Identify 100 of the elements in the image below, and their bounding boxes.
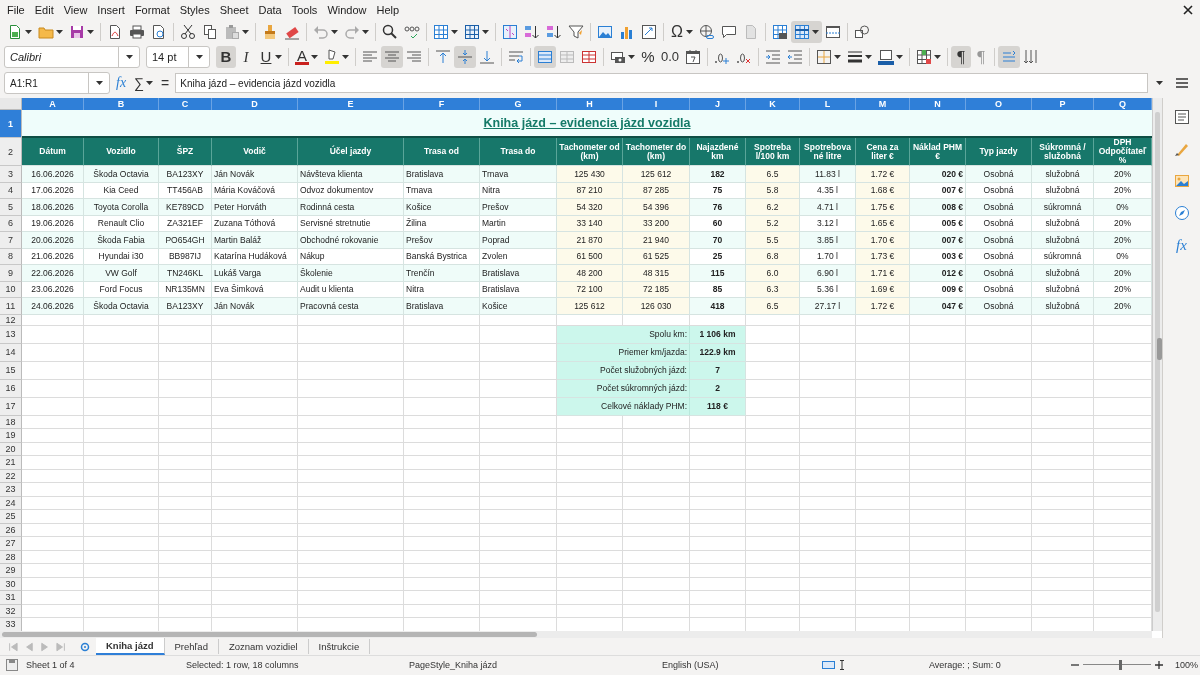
column-header[interactable]: A [22,98,84,110]
table-cell: 6.0 [746,265,800,282]
caret-icon [146,81,154,85]
column-header[interactable]: G [480,98,557,110]
column-header[interactable]: M [856,98,910,110]
column-header[interactable]: C [159,98,212,110]
align-left-icon [362,49,378,65]
number-button[interactable]: 0.0 [658,46,683,68]
sheet-title: Kniha jázd – evidencia jázd vozidla [22,110,1152,138]
row-header[interactable]: 11 [0,298,22,315]
horizontal-scrollbar[interactable] [0,631,1152,638]
menu-item[interactable]: Insert [92,4,130,16]
row-header[interactable]: 19 [0,429,22,443]
caret-icon [311,55,318,59]
menu-item[interactable]: Format [129,4,175,16]
row-header[interactable]: 1 [0,110,22,138]
formula-input[interactable]: Kniha jázd – evidencia jázd vozidla [175,73,1148,93]
sheet-position: Sheet 1 of 4 [26,659,76,670]
column-header[interactable]: L [800,98,856,110]
underline-button[interactable]: U [256,46,285,68]
column-header[interactable]: E [298,98,404,110]
row-header[interactable]: 7 [0,232,22,249]
bold-button[interactable]: B [216,46,236,68]
sum-button[interactable]: ∑ [132,75,156,91]
freeze-rows-button[interactable] [791,21,822,43]
row-header[interactable]: 2 [0,138,22,166]
menu-item[interactable]: Edit [29,4,59,16]
functions-deck-button[interactable]: fx [1171,234,1192,256]
text-direction-button[interactable] [998,46,1021,68]
table-cell: Trenčín [404,265,480,282]
row-header[interactable]: 21 [0,456,22,470]
sheet-tab[interactable]: Zoznam vozidiel [218,639,309,654]
column-heading: Tachometer od (km) [557,138,623,166]
page-icon [743,24,759,40]
table-cell: 4.71 l [800,199,856,216]
font-size-field[interactable]: 14 pt [146,46,210,68]
column-header[interactable]: K [746,98,800,110]
sheet-tab[interactable]: Inštrukcie [308,639,371,654]
compass-icon [1173,205,1190,221]
menu-item[interactable]: Styles [174,4,215,16]
sheet-tab[interactable]: Prehľad [164,639,219,654]
column-header[interactable]: J [690,98,746,110]
row-header[interactable]: 27 [0,537,22,551]
zoom-slider[interactable] [1083,658,1151,671]
menu-item[interactable]: Data [253,4,287,16]
table-cell: 20% [1094,265,1152,282]
currency-icon [610,49,626,65]
merge-cells-button[interactable] [534,46,556,68]
table-cell: Škoda Octavia [84,166,159,183]
special-button[interactable]: Ω [667,21,696,43]
column-header[interactable]: O [966,98,1032,110]
menu-item[interactable]: File [2,4,30,16]
sheet-tab[interactable]: Kniha jázd [96,638,165,655]
row-header[interactable]: 3 [0,166,22,183]
fontcolor-button[interactable]: A [292,46,321,68]
table-cell: Trnava [480,166,557,183]
sidebar-handle[interactable] [1157,338,1162,360]
menu-item[interactable]: Sheet [214,4,254,16]
column-header[interactable]: F [404,98,480,110]
column-header[interactable]: Q [1094,98,1152,110]
menu-item[interactable]: View [58,4,93,16]
menu-item[interactable]: Window [322,4,372,16]
sort-descending-icon [546,24,562,40]
column-header[interactable]: I [623,98,690,110]
globe-link-icon [699,24,715,40]
row-header[interactable]: 23 [0,483,22,497]
zoom-in-icon [1155,660,1163,669]
row-header[interactable]: 25 [0,510,22,524]
font-name-field[interactable]: Calibri [4,46,140,68]
row-header[interactable]: 33 [0,618,22,632]
caret-icon [125,55,133,59]
zoom-level[interactable]: 100% [1175,659,1199,670]
table-cell: Škoda Octavia [84,298,159,315]
italic-button[interactable]: I [236,46,256,68]
table-cell: 21 870 [557,232,623,249]
properties-icon [1173,109,1190,125]
column-header[interactable]: N [910,98,966,110]
formula-button[interactable]: = [159,75,172,91]
function-wizard-button[interactable]: fx [114,75,129,91]
row-header[interactable]: 5 [0,199,22,216]
name-box[interactable]: A1:R1 [4,72,110,94]
paintbrush-icon [262,24,278,40]
freeze-rows-icon [794,24,810,40]
row-header[interactable]: 31 [0,591,22,605]
menu-item[interactable]: Tools [286,4,323,16]
menu-item[interactable]: Help [371,4,405,16]
column-header[interactable]: D [212,98,298,110]
spelling-icon [404,24,420,40]
percent-button[interactable]: % [638,46,658,68]
row-header[interactable]: 12 [0,314,22,326]
ltr-button[interactable]: ¶ [951,46,972,68]
row-header[interactable]: 29 [0,564,22,578]
summary-label: Spolu km: [557,325,690,344]
row-header[interactable]: 9 [0,265,22,282]
column-heading: DPH Odpočítateľ % [1094,138,1152,166]
column-header[interactable]: P [1032,98,1094,110]
table-cell: Osobná [966,166,1032,183]
vertical-scrollbar[interactable] [1152,98,1162,631]
column-header[interactable]: H [557,98,623,110]
column-header[interactable]: B [84,98,159,110]
